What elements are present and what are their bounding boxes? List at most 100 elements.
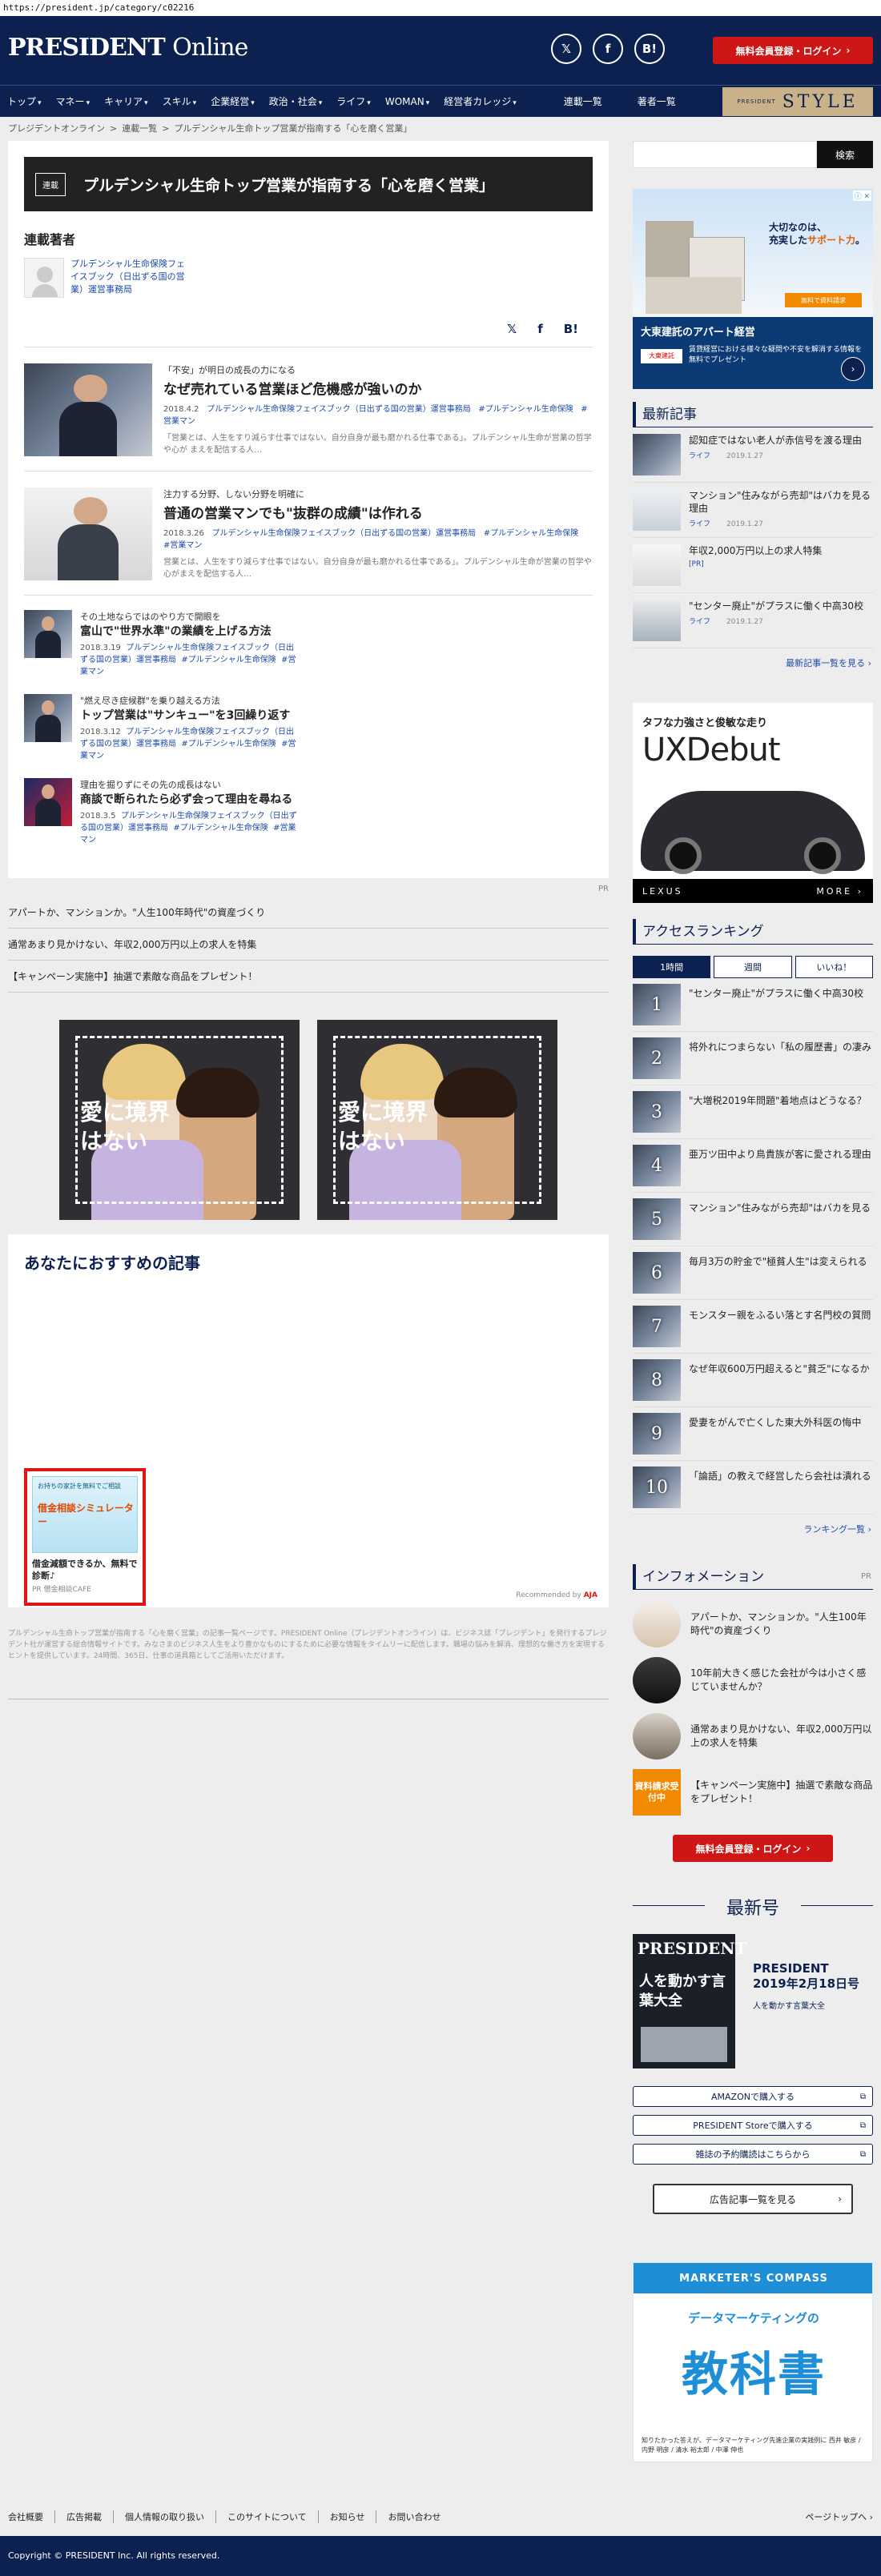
latest-item[interactable]: マンション"住みながら売却"はバカを見る理由 ライフ 2019.1.27	[633, 483, 873, 538]
article-item[interactable]: その土地ならではのやり方で開眼を 富山で"世界水準"の業績を上げる方法 2018…	[24, 610, 300, 678]
tag-link[interactable]: #営業マン	[163, 541, 202, 550]
ad-banner[interactable]: MARKETER'S COMPASS データマーケティングの 教科書 知りたかっ…	[633, 2262, 873, 2462]
tab-weekly[interactable]: 週間	[714, 956, 792, 978]
nav-item-woman[interactable]: WOMAN ▾	[378, 96, 436, 107]
recommended-by[interactable]: Recommended by AJA	[516, 1591, 597, 1599]
footer-link-ads[interactable]: 広告掲載	[54, 2510, 113, 2523]
tab-likes[interactable]: いいね！	[795, 956, 873, 978]
ad-banner[interactable]: 愛に境界はない	[317, 1020, 557, 1220]
ad-more[interactable]: MORE ›	[816, 886, 863, 897]
ad-banner[interactable]: 愛に境界はない	[59, 1020, 300, 1220]
facebook-icon[interactable]: f	[537, 322, 543, 336]
ranking-item[interactable]: 3 "大増税2019年問題"着地点はどうなる？	[633, 1085, 873, 1139]
article-thumbnail[interactable]	[24, 694, 72, 742]
article-title[interactable]: トップ営業は"サンキュー"を3回繰り返す	[80, 708, 300, 723]
footer-link-about[interactable]: このサイトについて	[215, 2510, 318, 2523]
article-title[interactable]: 商談で断られたら必ず会って理由を尋ねる	[80, 792, 300, 807]
article-author[interactable]: プルデンシャル生命保険フェイスブック（日出ずる国の営業）運営事務局	[207, 405, 471, 414]
footer-link-news[interactable]: お知らせ	[317, 2510, 376, 2523]
nav-item-politics[interactable]: 政治・社会 ▾	[262, 94, 330, 108]
ranking-item[interactable]: 7 モンスター親をふるい落とす名門校の質問	[633, 1300, 873, 1354]
nav-item-career[interactable]: キャリア ▾	[97, 94, 155, 108]
nav-item-life[interactable]: ライフ ▾	[329, 94, 378, 108]
ranking-more-link[interactable]: ランキング一覧 ›	[633, 1515, 873, 1535]
article-thumbnail[interactable]	[24, 778, 72, 826]
nav-item-top[interactable]: トップ ▾	[0, 94, 49, 108]
footer-link-company[interactable]: 会社概要	[8, 2510, 54, 2523]
ranking-item[interactable]: 5 マンション"住みながら売却"はバカを見る	[633, 1193, 873, 1246]
nav-item-money[interactable]: マネー ▾	[49, 94, 98, 108]
recommend-ad[interactable]: お持ちの家計を無料でご相談 借金相談シミュレーター 借金減額できるか、無料で診断…	[24, 1468, 146, 1606]
ranking-item[interactable]: 8 なぜ年収600万円超えると"貧乏"になるか	[633, 1354, 873, 1407]
pr-link[interactable]: 通常あまり見かけない、年収2,000万円以上の求人を特集	[8, 929, 609, 961]
ranking-item[interactable]: 2 将外れにつまらない「私の履歴書」の凄み	[633, 1032, 873, 1085]
copyright: Copyright © PRESIDENT Inc. All rights re…	[0, 2536, 881, 2576]
tag-link[interactable]: #プルデンシャル生命保険	[181, 740, 276, 748]
ad-banner[interactable]: タフな力強さと俊敏な走り UXDebut LEXUS MORE ›	[633, 703, 873, 903]
footer-link-contact[interactable]: お問い合わせ	[376, 2510, 452, 2523]
article-item[interactable]: 注力する分野、しない分野を明確に 普通の営業マンでも"抜群の成績"は作れる 20…	[24, 471, 593, 596]
article-author[interactable]: プルデンシャル生命保険フェイスブック（日出ずる国の営業）運営事務局	[211, 529, 476, 538]
info-item[interactable]: 資料請求受付中 【キャンペーン実施中】抽選で素敵な商品をプレゼント！	[633, 1764, 873, 1820]
info-item[interactable]: アパートか、マンションか。"人生100年時代"の資産づくり	[633, 1596, 873, 1652]
tag-link[interactable]: #プルデンシャル生命保険	[484, 529, 578, 538]
author-card[interactable]: プルデンシャル生命保険フェイスブック（日出ずる国の営業）運営事務局	[24, 258, 593, 298]
search-button[interactable]: 検索	[817, 141, 873, 168]
tag-link[interactable]: #プルデンシャル生命保険	[181, 656, 276, 664]
latest-item[interactable]: 認知症ではない老人が赤信号を渡る理由 ライフ 2019.1.27	[633, 427, 873, 483]
latest-more-link[interactable]: 最新記事一覧を見る ›	[633, 648, 873, 669]
site-logo[interactable]: PRESIDENT Online	[8, 34, 248, 62]
tab-hourly[interactable]: 1時間	[633, 956, 711, 978]
buy-amazon-button[interactable]: AMAZONで購入する	[633, 2086, 873, 2107]
article-item[interactable]: 理由を掘りずにその先の成長はない 商談で断られたら必ず会って理由を尋ねる 201…	[24, 778, 300, 846]
tag-link[interactable]: #プルデンシャル生命保険	[173, 824, 268, 833]
pr-link[interactable]: アパートか、マンションか。"人生100年時代"の資産づくり	[8, 897, 609, 929]
register-login-button[interactable]: 無料会員登録・ログイン ›	[713, 37, 873, 64]
ad-banner[interactable]: 大切なのは、 充実したサポート力。 無料で資料請求 大東建託のアパート経営 大東…	[633, 189, 873, 389]
ad-articles-button[interactable]: 広告記事一覧を見る ›	[653, 2184, 853, 2214]
article-thumbnail[interactable]	[24, 610, 72, 658]
nav-item-college[interactable]: 経営者カレッジ ▾	[436, 94, 524, 108]
subscribe-button[interactable]: 雑誌の予約購読はこちらから	[633, 2144, 873, 2165]
url-bar[interactable]: https://president.jp/category/c02216	[0, 0, 881, 16]
register-login-button[interactable]: 無料会員登録・ログイン ›	[673, 1835, 833, 1862]
article-title[interactable]: 富山で"世界水準"の業績を上げる方法	[80, 624, 300, 639]
magazine-cover[interactable]: PRESIDENT 人を動かす言葉大全	[633, 1934, 746, 2068]
nav-series-list[interactable]: 連載一覧	[546, 94, 620, 108]
ranking-item[interactable]: 1 "センター廃止"がプラスに働く中高30校	[633, 978, 873, 1032]
adchoices-icon[interactable]: ⓘ ✕	[852, 191, 871, 201]
page-top-link[interactable]: ページトップへ ›	[805, 2510, 873, 2523]
nav-author-list[interactable]: 著者一覧	[620, 94, 694, 108]
search-input[interactable]	[633, 141, 817, 168]
ranking-item[interactable]: 4 亜万ツ田中より鳥貴族が客に愛される理由	[633, 1139, 873, 1193]
latest-item[interactable]: 年収2,000万円以上の求人特集 [PR]	[633, 538, 873, 593]
nav-item-skill[interactable]: スキル ▾	[155, 94, 204, 108]
article-title[interactable]: 普通の営業マンでも"抜群の成績"は作れる	[163, 505, 593, 523]
president-style-link[interactable]: PRESIDENT STYLE	[722, 87, 873, 116]
twitter-icon[interactable]: 𝕏	[507, 322, 517, 336]
twitter-icon[interactable]: 𝕏	[551, 34, 581, 64]
author-name[interactable]: プルデンシャル生命保険フェイスブック（日出ずる国の営業）運営事務局	[70, 258, 191, 298]
buy-store-button[interactable]: PRESIDENT Storeで購入する	[633, 2115, 873, 2136]
ranking-item[interactable]: 9 愛妻をがんで亡くした東大外科医の悔中	[633, 1407, 873, 1461]
hatena-icon[interactable]: B!	[634, 34, 665, 64]
article-item[interactable]: "燃え尽き症候群"を乗り越える方法 トップ営業は"サンキュー"を3回繰り返す 2…	[24, 694, 300, 762]
breadcrumb-home[interactable]: プレジデントオンライン	[8, 123, 105, 134]
footer-link-privacy[interactable]: 個人情報の取り扱い	[113, 2510, 215, 2523]
hatena-icon[interactable]: B!	[564, 322, 578, 336]
info-item[interactable]: 通常あまり見かけない、年収2,000万円以上の求人を特集	[633, 1708, 873, 1764]
tag-link[interactable]: #プルデンシャル生命保険	[478, 405, 573, 414]
facebook-icon[interactable]: f	[593, 34, 623, 64]
latest-item[interactable]: "センター廃止"がプラスに働く中高30校 ライフ 2019.1.27	[633, 593, 873, 648]
recommend-ad-tile-top: お持ちの家計を無料でご相談	[38, 1483, 121, 1490]
pr-link[interactable]: 【キャンペーン実施中】抽選で素敵な商品をプレゼント！	[8, 961, 609, 993]
article-thumbnail[interactable]	[24, 363, 152, 456]
breadcrumb-series-list[interactable]: 連載一覧	[122, 123, 157, 134]
article-thumbnail[interactable]	[24, 488, 152, 580]
info-item[interactable]: 10年前大きく感じた会社が今は小さく感じていませんか？	[633, 1652, 873, 1708]
ranking-item[interactable]: 6 毎月3万の貯金で"極貧人生"は変えられる	[633, 1246, 873, 1300]
article-item[interactable]: 「不安」が明日の成長の力になる なぜ売れている営業ほど危機感が強いのか 2018…	[24, 347, 593, 471]
article-title[interactable]: なぜ売れている営業ほど危機感が強いのか	[163, 381, 593, 399]
nav-item-management[interactable]: 企業経営 ▾	[203, 94, 262, 108]
ranking-item[interactable]: 10 「論語」の教えで経営したら会社は潰れる	[633, 1461, 873, 1515]
